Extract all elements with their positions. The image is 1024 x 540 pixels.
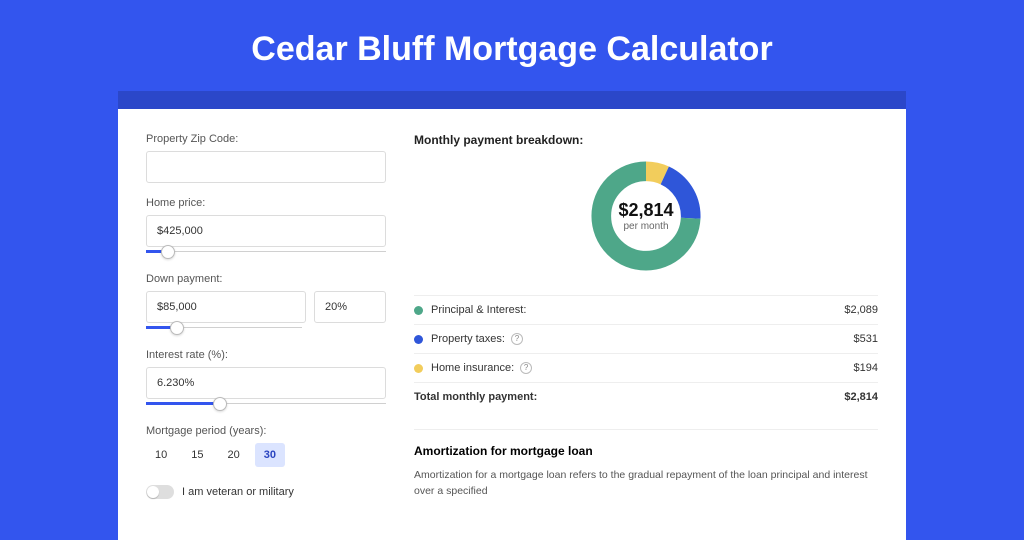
down-payment-pct-input[interactable]: [314, 291, 386, 323]
veteran-label: I am veteran or military: [182, 486, 294, 498]
mortgage-period-option[interactable]: 30: [255, 443, 285, 467]
interest-rate-input[interactable]: [146, 367, 386, 399]
mortgage-period-option[interactable]: 10: [146, 443, 176, 467]
mortgage-period-options: 1015 2030: [146, 443, 386, 467]
legend-total-label: Total monthly payment:: [414, 391, 537, 403]
legend: Principal & Interest: $2,089 Property taxe…: [414, 295, 878, 382]
legend-row: Principal & Interest: $2,089: [414, 295, 878, 324]
toggle-knob: [147, 486, 159, 498]
interest-rate-slider[interactable]: [146, 397, 386, 411]
down-payment-slider[interactable]: [146, 321, 302, 335]
interest-rate-field: Interest rate (%):: [146, 349, 386, 411]
donut-chart-wrap: $2,814 per month: [414, 153, 878, 289]
veteran-toggle[interactable]: [146, 485, 174, 499]
home-price-label: Home price:: [146, 197, 386, 209]
down-payment-input[interactable]: [146, 291, 306, 323]
legend-row: Property taxes:? $531: [414, 324, 878, 353]
breakdown-heading: Monthly payment breakdown:: [414, 133, 878, 147]
mortgage-period-field: Mortgage period (years): 1015 2030: [146, 425, 386, 467]
zip-label: Property Zip Code:: [146, 133, 386, 145]
legend-row: Home insurance:? $194: [414, 353, 878, 382]
home-price-slider[interactable]: [146, 245, 386, 259]
mortgage-period-option[interactable]: 15: [182, 443, 212, 467]
legend-dot: [414, 364, 423, 373]
breakdown-column: Monthly payment breakdown: $2,814 per mo…: [414, 133, 878, 500]
amortization-text: Amortization for a mortgage loan refers …: [414, 468, 878, 500]
mortgage-period-label: Mortgage period (years):: [146, 425, 386, 437]
legend-value: $194: [854, 362, 878, 374]
mortgage-period-option[interactable]: 20: [219, 443, 249, 467]
legend-label-text: Property taxes:: [431, 333, 505, 345]
legend-value: $531: [854, 333, 878, 345]
legend-dot: [414, 335, 423, 344]
down-payment-field: Down payment:: [146, 273, 386, 335]
down-payment-label: Down payment:: [146, 273, 386, 285]
zip-field: Property Zip Code:: [146, 133, 386, 183]
page-title: Cedar Bluff Mortgage Calculator: [0, 0, 1024, 91]
slider-thumb[interactable]: [161, 245, 175, 259]
legend-value: $2,089: [844, 304, 878, 316]
home-price-input[interactable]: [146, 215, 386, 247]
legend-dot: [414, 306, 423, 315]
calculator-card: Property Zip Code: Home price: Down paym…: [118, 109, 906, 540]
interest-rate-label: Interest rate (%):: [146, 349, 386, 361]
donut-center-amount: $2,814: [618, 200, 673, 221]
slider-thumb[interactable]: [170, 321, 184, 335]
legend-total-value: $2,814: [844, 391, 878, 403]
slider-thumb[interactable]: [213, 397, 227, 411]
inputs-column: Property Zip Code: Home price: Down paym…: [146, 133, 386, 500]
amortization-heading: Amortization for mortgage loan: [414, 444, 878, 458]
donut-center-label: per month: [623, 221, 668, 232]
legend-label-text: Principal & Interest:: [431, 304, 526, 316]
veteran-row: I am veteran or military: [146, 485, 386, 499]
zip-input[interactable]: [146, 151, 386, 183]
help-icon[interactable]: ?: [511, 333, 523, 345]
legend-label-text: Home insurance:: [431, 362, 514, 374]
home-price-field: Home price:: [146, 197, 386, 259]
banner-strip: [118, 91, 906, 109]
help-icon[interactable]: ?: [520, 362, 532, 374]
amortization-section: Amortization for mortgage loan Amortizat…: [414, 429, 878, 500]
legend-total-row: Total monthly payment: $2,814: [414, 382, 878, 411]
donut-chart: $2,814 per month: [587, 157, 705, 275]
